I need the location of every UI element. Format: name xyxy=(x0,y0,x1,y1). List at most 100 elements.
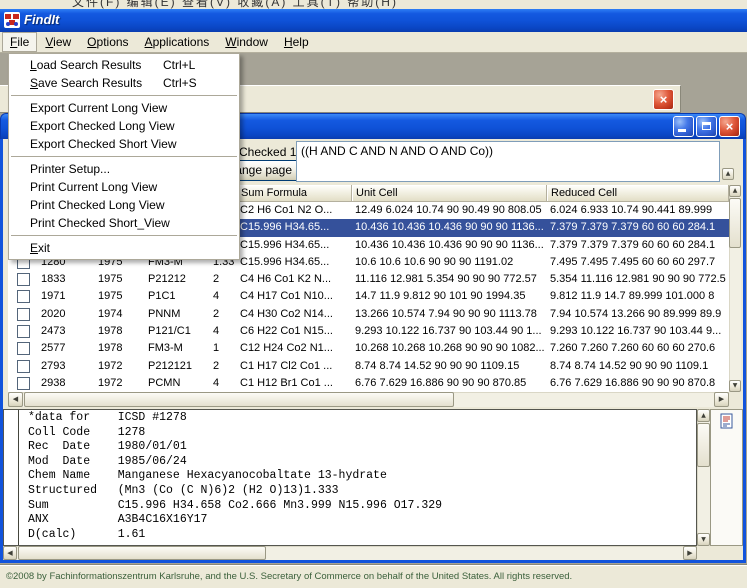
file-menu-item[interactable]: Print Checked Short_View xyxy=(9,214,239,232)
main-title-bar[interactable]: FindIt xyxy=(0,9,747,32)
menubar-item-view[interactable]: View xyxy=(37,32,79,52)
detail-left-rule xyxy=(18,410,19,545)
menu-separator xyxy=(11,235,237,236)
table-row[interactable]: 1971 1975 P1C1 4 C4 H17 Co1 N10... 14.7 … xyxy=(8,288,729,305)
cell-unit-cell: 11.116 12.981 5.354 90 90 90 772.57 xyxy=(355,273,537,286)
cell-reduced-cell: 7.379 7.379 7.379 60 60 60 284.1 xyxy=(550,238,716,251)
detail-line: Rec Date 1980/01/01 xyxy=(28,440,187,454)
cell-reduced-cell: 7.379 7.379 7.379 60 60 60 284.1 xyxy=(550,221,716,234)
file-menu-item[interactable]: Export Checked Short View xyxy=(9,135,239,153)
maximize-button[interactable] xyxy=(696,116,717,137)
cell-collcode: 2020 xyxy=(41,307,66,320)
file-menu-item[interactable]: Save Search Results Ctrl+S xyxy=(9,74,239,92)
query-scroll-up-button[interactable]: ▲ xyxy=(722,168,734,180)
row-checkbox-cell xyxy=(8,271,38,288)
detail-horizontal-scrollbar[interactable]: ◀ ▶ xyxy=(3,546,697,560)
cell-unit-cell: 14.7 11.9 9.812 90 101 90 1994.35 xyxy=(355,290,526,303)
scroll-down-arrow-icon[interactable]: ▼ xyxy=(697,533,710,546)
file-menu-item[interactable]: Print Checked Long View xyxy=(9,196,239,214)
menubar-item-rest: elp xyxy=(292,35,309,49)
row-checkbox[interactable] xyxy=(17,359,30,373)
cell-unit-cell: 8.74 8.74 14.52 90 90 90 1109.15 xyxy=(355,359,520,372)
file-menu-item-label: Print Checked Short_View xyxy=(30,216,170,230)
cell-year: 1978 xyxy=(98,342,123,355)
table-row[interactable]: 2938 1972 PCMN 4 C1 H12 Br1 Co1 ... 6.76… xyxy=(8,375,729,392)
file-menu-item[interactable]: Load Search Results Ctrl+L xyxy=(9,56,239,74)
cell-collcode: 2473 xyxy=(41,325,66,338)
scroll-left-arrow-icon[interactable]: ◀ xyxy=(3,546,17,560)
table-vertical-scrollbar[interactable]: ▲ ▼ xyxy=(729,185,741,392)
cell-spacegroup: P212121 xyxy=(148,359,193,372)
detail-vertical-scrollbar[interactable]: ▲ ▼ xyxy=(697,409,710,546)
close-button[interactable]: × xyxy=(719,116,740,137)
status-bar: ©2008 by Fachinformationszentrum Karlsru… xyxy=(0,564,747,588)
menubar-item-key: W xyxy=(225,35,237,49)
menubar-item-help[interactable]: Help xyxy=(276,32,317,52)
cell-z: 2 xyxy=(213,307,220,320)
detail-line: ANX A3B4C16X16Y17 xyxy=(28,513,208,527)
detail-panel: *data for ICSD #1278 Coll Code 1278 Rec Da… xyxy=(3,407,743,560)
column-header-reduced-cell[interactable]: Reduced Cell xyxy=(547,185,729,202)
file-menu-item[interactable]: Export Checked Long View xyxy=(9,117,239,135)
column-header-unit-cell[interactable]: Unit Cell xyxy=(352,185,547,202)
file-menu-item-label: Printer Setup... xyxy=(30,162,111,176)
cell-sum-formula: C15.996 H34.65... xyxy=(240,238,330,251)
cell-year: 1975 xyxy=(98,273,123,286)
cell-unit-cell: 10.436 10.436 10.436 90 90 90 1136... xyxy=(355,238,544,251)
menubar-item-key: H xyxy=(283,35,293,49)
scroll-left-arrow-icon[interactable]: ◀ xyxy=(8,392,23,407)
menubar-item-window[interactable]: Window xyxy=(217,32,276,52)
minimize-button[interactable] xyxy=(673,116,694,137)
scroll-down-arrow-icon[interactable]: ▼ xyxy=(729,380,741,392)
detail-line: Sum C15.996 H34.658 Co2.666 Mn3.999 N15.… xyxy=(28,498,443,512)
query-input[interactable]: ((H AND C AND N AND O AND Co)) xyxy=(296,141,720,182)
row-checkbox[interactable] xyxy=(17,290,30,304)
cell-z: 4 xyxy=(213,325,220,338)
checked-count-label: Checked 1 xyxy=(239,145,297,159)
cell-reduced-cell: 6.024 6.933 10.74 90.441 89.999 xyxy=(550,204,713,216)
scroll-up-arrow-icon[interactable]: ▲ xyxy=(729,185,741,197)
row-checkbox-cell xyxy=(8,340,38,357)
table-hscroll-thumb[interactable] xyxy=(24,392,454,407)
cell-collcode: 2577 xyxy=(41,342,66,355)
file-menu-item-label: Export Checked Short View xyxy=(30,137,177,151)
detail-vscroll-thumb[interactable] xyxy=(697,423,710,467)
row-checkbox[interactable] xyxy=(17,307,30,321)
table-vscroll-thumb[interactable] xyxy=(729,198,741,248)
cell-z: 1 xyxy=(213,342,220,355)
cell-z: 4 xyxy=(213,290,220,303)
row-checkbox[interactable] xyxy=(17,376,30,390)
file-menu-item-shortcut: Ctrl+L xyxy=(163,58,196,72)
column-header-sum-formula[interactable]: Sum Formula xyxy=(237,185,352,202)
file-menu-item[interactable]: Export Current Long View xyxy=(9,99,239,117)
row-checkbox[interactable] xyxy=(17,273,30,287)
cell-sum-formula: C1 H17 Cl2 Co1 ... xyxy=(240,359,333,372)
table-row[interactable]: 1833 1975 P21212 2 C4 H6 Co1 K2 N... 11.… xyxy=(8,271,729,288)
table-row[interactable]: 2793 1972 P212121 2 C1 H17 Cl2 Co1 ... 8… xyxy=(8,358,729,375)
cell-z: 2 xyxy=(213,359,220,372)
table-row[interactable]: 2020 1974 PNNM 2 C4 H30 Co2 N14... 13.26… xyxy=(8,306,729,323)
scroll-right-arrow-icon[interactable]: ▶ xyxy=(683,546,697,560)
cell-reduced-cell: 8.74 8.74 14.52 90 90 90 1109.1 xyxy=(550,359,709,372)
row-checkbox[interactable] xyxy=(17,342,30,356)
close-button[interactable]: × xyxy=(653,89,674,110)
menubar-item-applications[interactable]: Applications xyxy=(137,32,218,52)
scroll-up-arrow-icon[interactable]: ▲ xyxy=(697,409,710,422)
minimize-icon xyxy=(678,129,686,132)
file-menu-item[interactable]: Printer Setup... xyxy=(9,160,239,178)
detail-hscroll-thumb[interactable] xyxy=(18,546,266,560)
menubar-item-options[interactable]: Options xyxy=(79,32,136,52)
cell-spacegroup: P21212 xyxy=(148,273,186,286)
scroll-right-arrow-icon[interactable]: ▶ xyxy=(714,392,729,407)
menubar-item-rest: indow xyxy=(236,35,268,49)
table-row[interactable]: 2577 1978 FM3-M 1 C12 H24 Co2 N1... 10.2… xyxy=(8,340,729,357)
cell-sum-formula: C15.996 H34.65... xyxy=(240,221,330,234)
row-checkbox[interactable] xyxy=(17,325,30,339)
file-menu-item[interactable]: Exit xyxy=(9,239,239,257)
table-row[interactable]: 2473 1978 P121/C1 4 C6 H22 Co1 N15... 9.… xyxy=(8,323,729,340)
file-menu-item[interactable]: Print Current Long View xyxy=(9,178,239,196)
scrollbar-corner xyxy=(697,546,743,560)
menubar-item-file[interactable]: File xyxy=(2,32,38,52)
report-page-icon[interactable] xyxy=(720,413,734,429)
table-horizontal-scrollbar[interactable]: ◀ ▶ xyxy=(8,392,729,407)
